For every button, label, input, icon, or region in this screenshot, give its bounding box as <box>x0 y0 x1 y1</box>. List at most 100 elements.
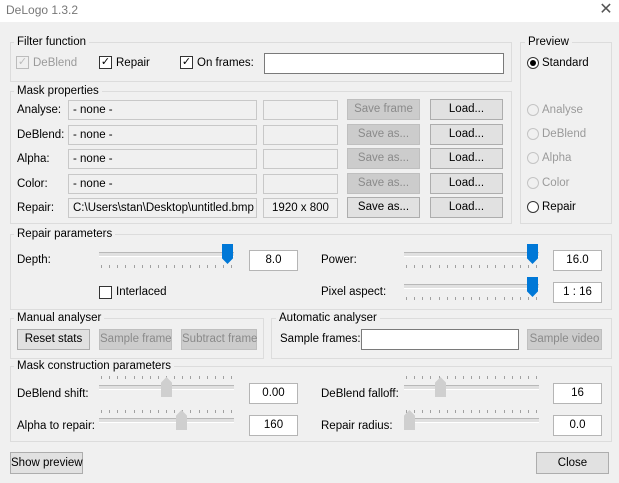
load-button[interactable]: Load... <box>430 148 503 169</box>
on-frames-checkbox[interactable]: ✓ <box>180 56 193 69</box>
deblend-shift-value[interactable]: 0.00 <box>249 383 298 404</box>
slider-tick <box>109 376 111 379</box>
mask-size-field <box>263 100 338 120</box>
power-value[interactable]: 16.0 <box>553 250 602 271</box>
preview-repair-radio[interactable] <box>527 201 539 213</box>
slider-tick <box>462 297 464 300</box>
slider-tick <box>157 265 159 268</box>
slider-tick <box>536 265 537 268</box>
repair-radius-label: Repair radius: <box>321 420 393 432</box>
slider-tick <box>222 376 224 379</box>
slider-tick <box>511 410 513 413</box>
mask-construction-label: Mask construction parameters <box>14 360 175 372</box>
depth-value[interactable]: 8.0 <box>249 250 298 271</box>
slider-tick <box>190 265 192 268</box>
slider-tick <box>511 265 513 268</box>
mask-size-field: 1920 x 800 <box>263 198 338 218</box>
slider-tick <box>141 376 143 379</box>
load-button[interactable]: Load... <box>430 197 503 218</box>
repair-checkbox[interactable]: ✓ <box>99 56 112 69</box>
slider-tick <box>117 265 119 268</box>
slider-tick <box>536 297 537 300</box>
pixel-aspect-slider-ticks <box>406 297 537 300</box>
preview-analyse-radio[interactable] <box>527 104 539 116</box>
slider-tick <box>479 265 481 268</box>
sample-frames-label: Sample frames: <box>280 333 361 345</box>
slider-tick <box>479 297 481 300</box>
slider-tick <box>446 265 448 268</box>
slider-tick <box>133 376 135 379</box>
load-button[interactable]: Load... <box>430 124 503 145</box>
save-as-button[interactable]: Save as... <box>347 197 420 218</box>
repair-radius-value[interactable]: 0.0 <box>553 415 602 436</box>
slider-tick <box>133 410 135 413</box>
slider-tick <box>166 265 167 268</box>
save-as-button[interactable]: Save as... <box>347 124 420 145</box>
slider-tick <box>536 410 537 413</box>
repair-parameters-label: Repair parameters <box>14 228 116 240</box>
slider-tick <box>430 265 432 268</box>
slider-tick <box>166 410 167 413</box>
depth-slider-track <box>99 252 234 257</box>
slider-tick <box>149 376 151 379</box>
slider-tick <box>519 297 521 300</box>
save-frame-button[interactable]: Save frame <box>347 99 420 120</box>
preview-alpha-label: Alpha <box>542 152 572 164</box>
slider-tick <box>190 410 192 413</box>
on-frames-input[interactable] <box>264 53 504 74</box>
sample-frames-input[interactable] <box>361 329 519 350</box>
pixel-aspect-value[interactable]: 1 : 16 <box>553 282 602 303</box>
slider-tick <box>157 410 159 413</box>
mask-row-label: Color: <box>17 178 48 190</box>
slider-tick <box>198 376 200 379</box>
deblend-falloff-value[interactable]: 16 <box>553 383 602 404</box>
alpha-to-repair-value[interactable]: 160 <box>249 415 298 436</box>
pixel-aspect-label: Pixel aspect: <box>321 286 387 298</box>
slider-tick <box>495 265 497 268</box>
save-as-button[interactable]: Save as... <box>347 173 420 194</box>
slider-tick <box>406 297 407 300</box>
save-as-button[interactable]: Save as... <box>347 148 420 169</box>
load-button[interactable]: Load... <box>430 173 503 194</box>
subtract-frame-button[interactable]: Subtract frame <box>181 329 257 350</box>
mask-path-field: - none - <box>68 174 257 194</box>
slider-tick <box>206 265 208 268</box>
slider-tick <box>519 410 521 413</box>
slider-tick <box>125 265 127 268</box>
slider-tick <box>406 265 407 268</box>
reset-stats-button[interactable]: Reset stats <box>17 329 90 350</box>
sample-video-button[interactable]: Sample video <box>527 329 602 350</box>
slider-tick <box>438 297 440 300</box>
repair-checkbox-label: Repair <box>116 57 150 69</box>
close-button[interactable]: Close <box>536 452 609 474</box>
mask-size-field <box>263 149 338 169</box>
deblend-falloff-slider-track <box>404 385 539 390</box>
preview-alpha-radio[interactable] <box>527 152 539 164</box>
slider-tick <box>479 376 481 379</box>
slider-tick <box>536 376 537 379</box>
deblend-checkbox[interactable]: ✓ <box>16 56 29 69</box>
preview-deblend-radio[interactable] <box>527 128 539 140</box>
slider-tick <box>519 265 521 268</box>
slider-tick <box>495 297 497 300</box>
sample-frame-button[interactable]: Sample frame <box>99 329 172 350</box>
preview-standard-radio[interactable] <box>527 57 539 69</box>
load-button[interactable]: Load... <box>430 99 503 120</box>
slider-tick <box>182 265 184 268</box>
preview-color-radio[interactable] <box>527 177 539 189</box>
preview-label: Preview <box>525 36 572 48</box>
preview-deblend-label: DeBlend <box>542 128 587 140</box>
slider-tick <box>487 376 489 379</box>
slider-tick <box>231 265 232 268</box>
slider-tick <box>511 376 513 379</box>
slider-tick <box>157 376 159 379</box>
close-icon[interactable]: ✕ <box>597 1 615 19</box>
deblend-shift-label: DeBlend shift: <box>17 388 89 400</box>
show-preview-button[interactable]: Show preview <box>10 452 83 474</box>
slider-tick <box>174 265 176 268</box>
slider-tick <box>149 410 151 413</box>
slider-tick <box>182 376 184 379</box>
interlaced-checkbox[interactable] <box>99 286 112 299</box>
slider-tick <box>117 376 119 379</box>
slider-tick <box>454 410 456 413</box>
